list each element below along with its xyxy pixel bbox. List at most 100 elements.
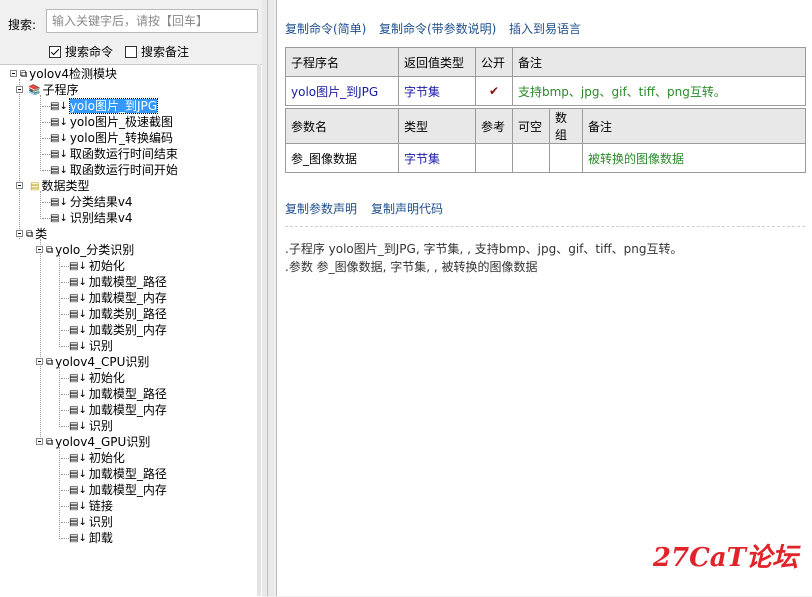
tree-subprograms[interactable]: 📚 子程序 [16, 82, 78, 98]
method-icon: ▤↓ [69, 372, 87, 384]
divider [285, 226, 805, 227]
tree-item-label: 加载模型_内存 [88, 403, 167, 417]
checkbox-icon [125, 45, 137, 58]
collapse-icon[interactable] [36, 246, 43, 253]
method-icon: ▤↓ [69, 260, 87, 272]
method-icon: ▤↓ [69, 388, 87, 400]
method-icon: ▤↓ [50, 116, 68, 128]
tree-item-method[interactable]: ▤↓ 初始化 [61, 450, 125, 466]
method-icon: ▤↓ [69, 340, 87, 352]
copy-simple-link[interactable]: 复制命令(简单) [285, 20, 366, 37]
tree-datatypes[interactable]: ▤ 数据类型 [16, 178, 89, 194]
collapse-icon[interactable] [10, 70, 17, 77]
tree-item-subprogram[interactable]: ▤↓ 取函数运行时间开始 [42, 162, 178, 178]
tree-item-subprogram[interactable]: ▤↓ 取函数运行时间结束 [42, 146, 178, 162]
splitter-line [267, 0, 268, 596]
tree-item-method[interactable]: ▤↓ 初始化 [61, 370, 125, 386]
panel-splitter[interactable] [262, 0, 274, 596]
datatype-icon: ▤ [30, 180, 40, 192]
method-icon: ▤↓ [69, 308, 87, 320]
tree-item-method[interactable]: ▤↓ 加载模型_路径 [61, 386, 167, 402]
tree-scrollbar[interactable] [257, 64, 261, 596]
tree-item-label: 识别 [88, 419, 113, 433]
class-icon: ⧉ [26, 228, 34, 240]
tree-item-label: yolo图片_到JPG [68, 98, 159, 114]
copy-with-params-link[interactable]: 复制命令(带参数说明) [379, 20, 496, 37]
col-header: 参数名 [285, 108, 399, 144]
decl-line-subprogram: .子程序 yolo图片_到JPG, 字节集, , 支持bmp、jpg、gif、t… [285, 242, 683, 256]
tree-item-datatype[interactable]: ▤↓ 分类结果v4 [42, 194, 133, 210]
tree-item-method[interactable]: ▤↓ 加载模型_内存 [61, 290, 167, 306]
tree-item-label: 加载模型_路径 [88, 275, 167, 289]
tree-item-method[interactable]: ▤↓ 加载类别_路径 [61, 306, 167, 322]
tree-item-method[interactable]: ▤↓ 加载类别_内存 [61, 322, 167, 338]
class-label: yolov4_CPU识别 [55, 355, 150, 369]
tree-class-gpu[interactable]: ⧉ yolov4_GPU识别 [36, 434, 150, 450]
tree-item-method[interactable]: ▤↓ 加载模型_内存 [61, 402, 167, 418]
col-header: 子程序名 [285, 47, 399, 77]
module-tree[interactable]: ⧉ yolov4检测模块 📚 子程序 ▤ 数据类型 ⧉ 类 ⧉ yolo_分类识别 ⧉ yo… [0, 64, 262, 597]
search-remark-checkbox[interactable]: 搜索备注 [125, 43, 189, 60]
col-header: 公开 [475, 47, 513, 77]
method-icon: ▤↓ [69, 516, 87, 528]
tree-datatypes-label: 数据类型 [41, 179, 90, 193]
copy-param-decl-link[interactable]: 复制参数声明 [285, 200, 357, 217]
method-icon: ▤↓ [50, 100, 68, 112]
collapse-icon[interactable] [36, 438, 43, 445]
tree-item-label: yolo图片_极速截图 [69, 115, 173, 129]
parameter-table: 参数名 类型 参考 可空 数组 备注 参_图像数据 字节集 被转换的图像数据 [285, 108, 806, 173]
class-icon: ⧉ [46, 244, 54, 256]
tree-item-method[interactable]: ▤↓ 链接 [61, 498, 113, 514]
tree-item-subprogram[interactable]: ▤↓ yolo图片_转换编码 [42, 130, 173, 146]
watermark-logo: 27CaT论坛 [652, 543, 798, 573]
tree-item-subprogram[interactable]: ▤↓ yolo图片_极速截图 [42, 114, 173, 130]
tree-item-label: 链接 [88, 499, 113, 513]
method-icon: ▤↓ [69, 292, 87, 304]
copy-decl-code-link[interactable]: 复制声明代码 [371, 200, 443, 217]
collapse-icon[interactable] [16, 230, 23, 237]
param-type: 字节集 [398, 143, 476, 173]
tree-classes[interactable]: ⧉ 类 [16, 226, 47, 242]
tree-item-label: yolo图片_转换编码 [69, 131, 173, 145]
method-icon: ▤↓ [69, 468, 87, 480]
tree-item-method[interactable]: ▤↓ 识别 [61, 418, 113, 434]
tree-item-method[interactable]: ▤↓ 加载模型_内存 [61, 482, 167, 498]
search-input[interactable] [46, 9, 258, 33]
param-remark: 被转换的图像数据 [582, 143, 806, 173]
method-icon: ▤↓ [69, 532, 87, 544]
col-header: 备注 [582, 108, 806, 144]
insert-to-eyuyan-link[interactable]: 插入到易语言 [509, 20, 581, 37]
tree-root[interactable]: ⧉ yolov4检测模块 [10, 66, 117, 82]
param-nullable [512, 143, 550, 173]
method-icon: ▤↓ [50, 164, 68, 176]
public-check-icon: ✔ [475, 76, 513, 106]
collapse-icon[interactable] [16, 182, 23, 189]
class-icon: ⧉ [46, 436, 54, 448]
search-command-checkbox[interactable]: 搜索命令 [49, 43, 113, 60]
subprogram-remark: 支持bmp、jpg、gif、tiff、png互转。 [512, 76, 806, 106]
tree-item-method[interactable]: ▤↓ 加载模型_路径 [61, 466, 167, 482]
tree-item-label: 初始化 [88, 259, 125, 273]
tree-item-label: 识别 [88, 339, 113, 353]
tree-item-label: 初始化 [88, 451, 125, 465]
col-header: 返回值类型 [398, 47, 476, 77]
tree-item-datatype[interactable]: ▤↓ 识别结果v4 [42, 210, 133, 226]
tree-item-label: 识别结果v4 [69, 211, 133, 225]
tree-item-label: 初始化 [88, 371, 125, 385]
detail-panel: 复制命令(简单) 复制命令(带参数说明) 插入到易语言 子程序名 返回值类型 公… [276, 0, 812, 596]
tree-item-method[interactable]: ▤↓ 卸载 [61, 530, 113, 546]
subprogram-name: yolo图片_到JPG [285, 76, 399, 106]
tree-class-yolo-classify[interactable]: ⧉ yolo_分类识别 [36, 242, 134, 258]
tree-item-method[interactable]: ▤↓ 初始化 [61, 258, 125, 274]
tree-item-method[interactable]: ▤↓ 识别 [61, 514, 113, 530]
tree-class-cpu[interactable]: ⧉ yolov4_CPU识别 [36, 354, 149, 370]
tree-item-subprogram[interactable]: ▤↓ yolo图片_到JPG [42, 98, 159, 114]
collapse-icon[interactable] [16, 86, 23, 93]
param-name: 参_图像数据 [285, 143, 399, 173]
col-header: 参考 [475, 108, 513, 144]
method-icon: ▤↓ [69, 484, 87, 496]
tree-item-method[interactable]: ▤↓ 识别 [61, 338, 113, 354]
tree-item-method[interactable]: ▤↓ 加载模型_路径 [61, 274, 167, 290]
collapse-icon[interactable] [36, 358, 43, 365]
col-header: 数组 [549, 108, 583, 144]
